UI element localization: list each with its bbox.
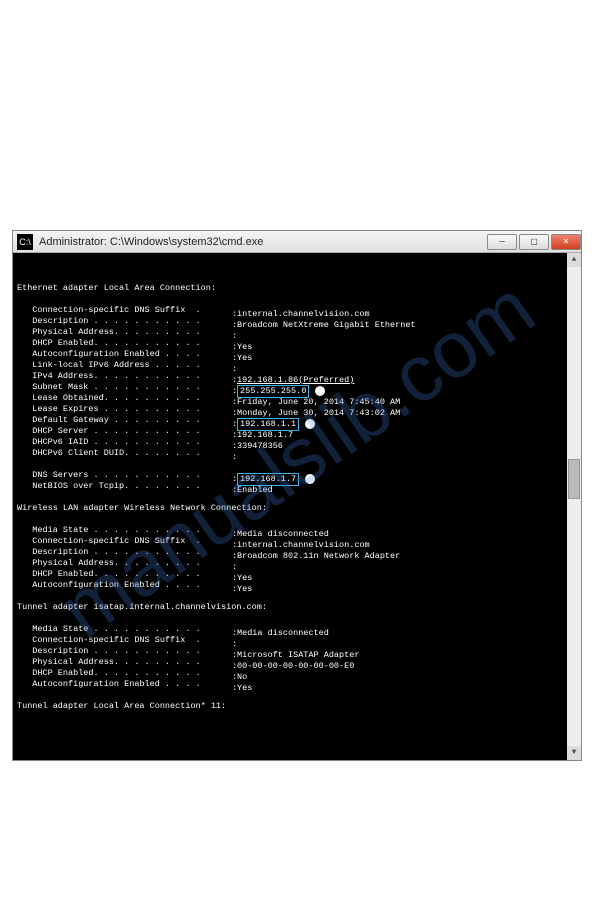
output-line: Autoconfiguration Enabled . . . . : Yes	[17, 349, 577, 360]
output-line: Physical Address. . . . . . . . . : 00-0…	[17, 657, 577, 668]
output-line: DNS Servers . . . . . . . . . . . : 192.…	[17, 470, 577, 481]
output-line: DHCP Enabled. . . . . . . . . . . : Yes	[17, 338, 577, 349]
output-line: DHCPv6 Client DUID. . . . . . . . :	[17, 448, 577, 459]
scroll-down-arrow[interactable]: ▼	[567, 746, 581, 760]
scroll-thumb[interactable]	[568, 459, 580, 499]
section-header: Wireless LAN adapter Wireless Network Co…	[17, 503, 577, 514]
output-line: Connection-specific DNS Suffix . : inter…	[17, 536, 577, 547]
scroll-up-arrow[interactable]: ▲	[567, 253, 581, 267]
terminal-output[interactable]: Ethernet adapter Local Area Connection: …	[13, 253, 581, 760]
highlight-dot	[305, 419, 315, 429]
maximize-button[interactable]: ▢	[519, 234, 549, 250]
output-line: IPv4 Address. . . . . . . . . . . : 192.…	[17, 371, 577, 382]
window-title: Administrator: C:\Windows\system32\cmd.e…	[37, 236, 485, 248]
output-line: Media State . . . . . . . . . . . : Medi…	[17, 624, 577, 635]
output-line: Link-local IPv6 Address . . . . . :	[17, 360, 577, 371]
vertical-scrollbar[interactable]: ▲ ▼	[567, 253, 581, 760]
output-line: Description . . . . . . . . . . . : Broa…	[17, 316, 577, 327]
section-header: Tunnel adapter isatap.internal.channelvi…	[17, 602, 577, 613]
output-line: Subnet Mask . . . . . . . . . . . : 255.…	[17, 382, 577, 393]
output-line: Connection-specific DNS Suffix . : inter…	[17, 305, 577, 316]
command-prompt-window: C:\ Administrator: C:\Windows\system32\c…	[12, 230, 582, 761]
output-line: DHCPv6 IAID . . . . . . . . . . . : 3394…	[17, 437, 577, 448]
window-titlebar[interactable]: C:\ Administrator: C:\Windows\system32\c…	[13, 231, 581, 253]
section-header: Ethernet adapter Local Area Connection:	[17, 283, 577, 294]
cmd-icon: C:\	[17, 234, 33, 250]
output-line	[17, 459, 577, 470]
highlight-dot	[305, 474, 315, 484]
scroll-track[interactable]	[567, 267, 581, 746]
section-header: Tunnel adapter Local Area Connection* 11…	[17, 701, 577, 712]
close-button[interactable]: ✕	[551, 234, 581, 250]
output-line: Description . . . . . . . . . . . : Micr…	[17, 646, 577, 657]
output-line: Default Gateway . . . . . . . . . : 192.…	[17, 415, 577, 426]
output-line: DHCP Enabled. . . . . . . . . . . : Yes	[17, 569, 577, 580]
output-line: Lease Obtained. . . . . . . . . . : Frid…	[17, 393, 577, 404]
output-line: Autoconfiguration Enabled . . . . : Yes	[17, 679, 577, 690]
output-line: Autoconfiguration Enabled . . . . : Yes	[17, 580, 577, 591]
output-line: Media State . . . . . . . . . . . : Medi…	[17, 525, 577, 536]
output-line: Description . . . . . . . . . . . : Broa…	[17, 547, 577, 558]
minimize-button[interactable]: ─	[487, 234, 517, 250]
output-line: Lease Expires . . . . . . . . . . : Mond…	[17, 404, 577, 415]
